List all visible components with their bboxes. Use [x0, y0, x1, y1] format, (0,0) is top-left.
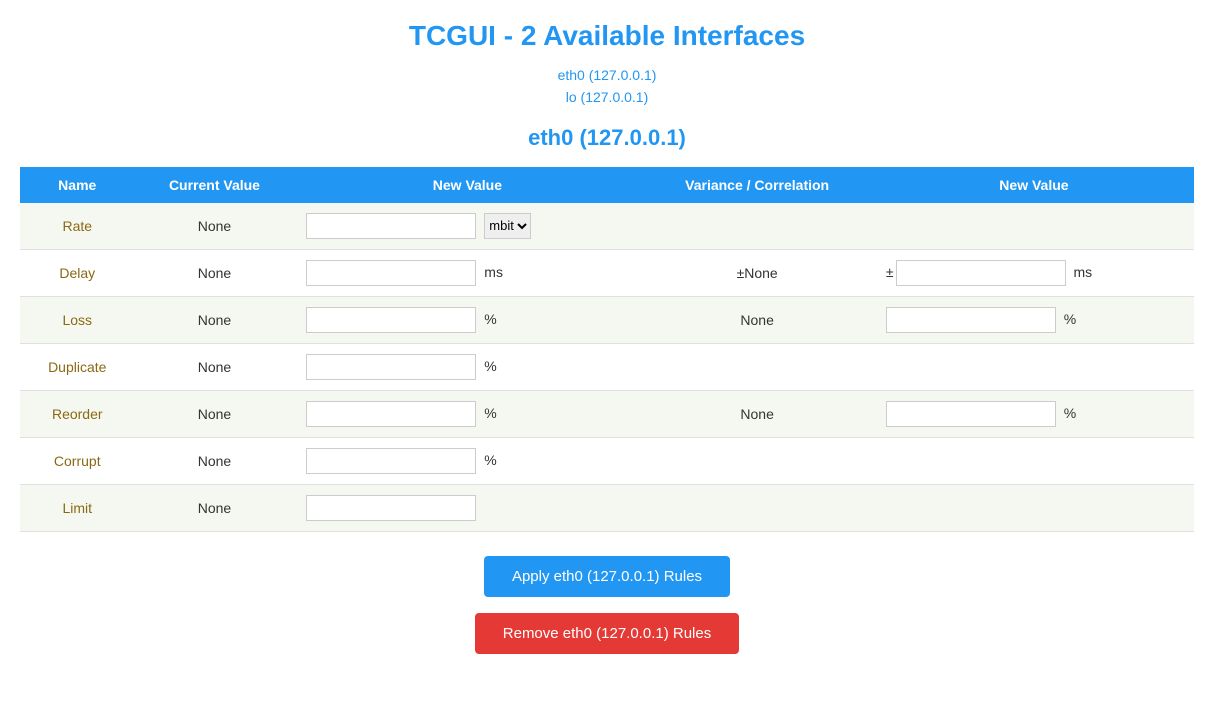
- row-name-delay: Delay: [20, 249, 135, 296]
- row-new-delay: ms: [294, 249, 640, 296]
- page-title: TCGUI - 2 Available Interfaces: [20, 20, 1194, 52]
- row-variance-new-duplicate: [874, 343, 1194, 390]
- active-interface-heading: eth0 (127.0.0.1): [20, 125, 1194, 151]
- row-new-rate: mbit kbit gbit: [294, 203, 640, 250]
- table-header-row: Name Current Value New Value Variance / …: [20, 167, 1194, 203]
- reorder-variance-input[interactable]: [886, 401, 1056, 427]
- row-current-reorder: None: [135, 390, 295, 437]
- row-variance-new-reorder: %: [874, 390, 1194, 437]
- loss-variance-label: None: [740, 312, 773, 328]
- loss-variance-input[interactable]: [886, 307, 1056, 333]
- col-header-current-value: Current Value: [135, 167, 295, 203]
- row-variance-delay: ±None: [640, 249, 873, 296]
- row-current-rate: None: [135, 203, 295, 250]
- row-name-reorder: Reorder: [20, 390, 135, 437]
- rate-input[interactable]: [306, 213, 476, 239]
- limit-input[interactable]: [306, 495, 476, 521]
- apply-button[interactable]: Apply eth0 (127.0.0.1) Rules: [484, 556, 730, 597]
- row-new-reorder: %: [294, 390, 640, 437]
- row-current-loss: None: [135, 296, 295, 343]
- row-current-duplicate: None: [135, 343, 295, 390]
- reorder-unit: %: [484, 405, 496, 421]
- row-variance-new-corrupt: [874, 437, 1194, 484]
- row-variance-corrupt: [640, 437, 873, 484]
- remove-button[interactable]: Remove eth0 (127.0.0.1) Rules: [475, 613, 739, 654]
- row-name-loss: Loss: [20, 296, 135, 343]
- reorder-variance-unit: %: [1064, 405, 1076, 421]
- col-header-name: Name: [20, 167, 135, 203]
- col-header-variance-new-value: New Value: [874, 167, 1194, 203]
- interface-link-eth0[interactable]: eth0 (127.0.0.1): [20, 64, 1194, 86]
- row-new-corrupt: %: [294, 437, 640, 484]
- table-row: Loss None % None %: [20, 296, 1194, 343]
- row-variance-rate: [640, 203, 873, 250]
- loss-variance-unit: %: [1064, 311, 1076, 327]
- row-name-limit: Limit: [20, 484, 135, 531]
- table-row: Corrupt None %: [20, 437, 1194, 484]
- interface-link-lo[interactable]: lo (127.0.0.1): [20, 86, 1194, 108]
- row-name-rate: Rate: [20, 203, 135, 250]
- row-name-corrupt: Corrupt: [20, 437, 135, 484]
- duplicate-input[interactable]: [306, 354, 476, 380]
- delay-variance-unit: ms: [1073, 264, 1092, 280]
- reorder-input[interactable]: [306, 401, 476, 427]
- row-variance-new-loss: %: [874, 296, 1194, 343]
- settings-table: Name Current Value New Value Variance / …: [20, 167, 1194, 532]
- col-header-variance: Variance / Correlation: [640, 167, 873, 203]
- table-row: Rate None mbit kbit gbit: [20, 203, 1194, 250]
- row-current-delay: None: [135, 249, 295, 296]
- row-new-limit: [294, 484, 640, 531]
- duplicate-unit: %: [484, 358, 496, 374]
- loss-unit: %: [484, 311, 496, 327]
- corrupt-unit: %: [484, 452, 496, 468]
- table-row: Duplicate None %: [20, 343, 1194, 390]
- row-current-limit: None: [135, 484, 295, 531]
- row-variance-duplicate: [640, 343, 873, 390]
- corrupt-input[interactable]: [306, 448, 476, 474]
- delay-unit: ms: [484, 264, 503, 280]
- reorder-variance-label: None: [740, 406, 773, 422]
- table-row: Limit None: [20, 484, 1194, 531]
- rate-unit-select[interactable]: mbit kbit gbit: [484, 213, 531, 239]
- loss-input[interactable]: [306, 307, 476, 333]
- delay-variance-label: ±None: [737, 265, 778, 281]
- row-variance-new-rate: [874, 203, 1194, 250]
- interfaces-list: eth0 (127.0.0.1) lo (127.0.0.1): [20, 64, 1194, 109]
- row-current-corrupt: None: [135, 437, 295, 484]
- delay-variance-input[interactable]: [896, 260, 1066, 286]
- delay-variance-prefix: ±: [886, 264, 894, 280]
- row-new-loss: %: [294, 296, 640, 343]
- row-variance-loss: None: [640, 296, 873, 343]
- row-variance-new-limit: [874, 484, 1194, 531]
- row-name-duplicate: Duplicate: [20, 343, 135, 390]
- table-row: Delay None ms ±None ± ms: [20, 249, 1194, 296]
- row-variance-reorder: None: [640, 390, 873, 437]
- buttons-container: Apply eth0 (127.0.0.1) Rules Remove eth0…: [20, 556, 1194, 654]
- delay-input[interactable]: [306, 260, 476, 286]
- row-variance-new-delay: ± ms: [874, 249, 1194, 296]
- row-new-duplicate: %: [294, 343, 640, 390]
- col-header-new-value: New Value: [294, 167, 640, 203]
- row-variance-limit: [640, 484, 873, 531]
- table-row: Reorder None % None %: [20, 390, 1194, 437]
